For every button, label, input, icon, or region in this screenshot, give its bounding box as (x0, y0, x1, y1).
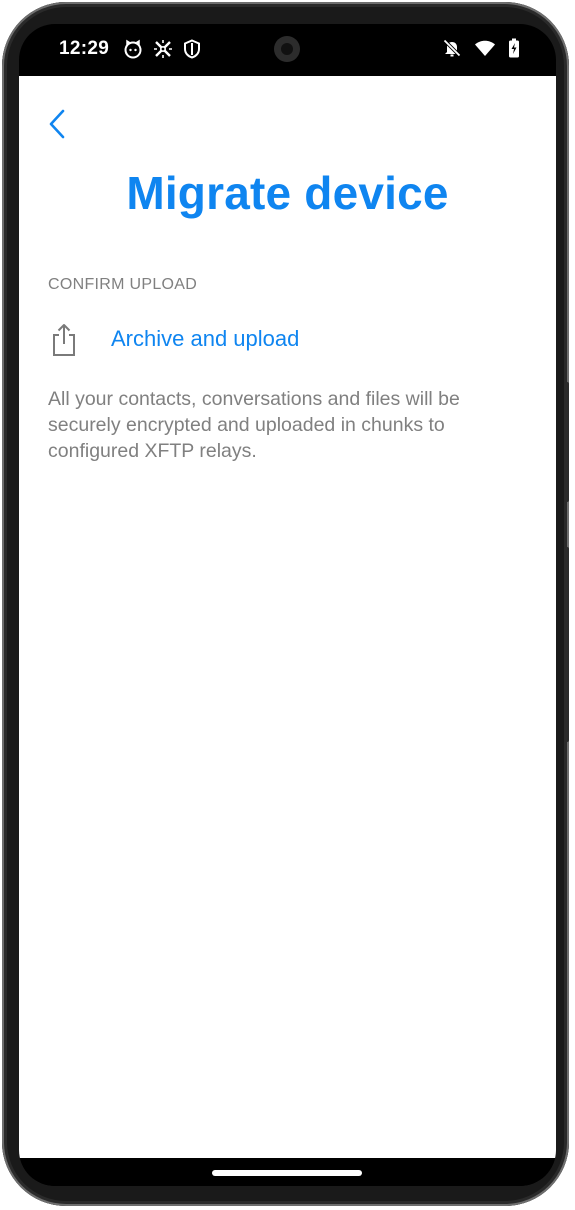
volume-button (564, 382, 569, 502)
home-indicator[interactable] (212, 1170, 362, 1176)
cat-face-icon (123, 39, 143, 64)
page-title: Migrate device (126, 167, 449, 219)
phone-frame: 12:29 Migrate device CONFIRM UPLOAD Arch… (2, 2, 569, 1206)
front-camera (274, 36, 300, 62)
status-bar: 12:29 (19, 24, 556, 76)
archive-and-upload-button[interactable]: Archive and upload (19, 312, 556, 368)
phone-screen: 12:29 Migrate device CONFIRM UPLOAD Arch… (19, 24, 556, 1186)
back-button[interactable] (43, 104, 73, 144)
power-button (564, 547, 569, 742)
status-time: 12:29 (59, 38, 110, 59)
shield-icon (183, 39, 201, 64)
status-icons-left (123, 39, 201, 64)
network-cross-icon (153, 39, 173, 64)
chevron-left-icon (43, 109, 73, 148)
wifi-icon (474, 39, 496, 62)
status-icons-right (442, 38, 520, 63)
section-header: CONFIRM UPLOAD (48, 276, 198, 293)
share-upload-icon (51, 323, 77, 362)
battery-charging-icon (508, 38, 520, 63)
archive-and-upload-label: Archive and upload (111, 326, 300, 351)
migrate-device-view: Migrate device CONFIRM UPLOAD Archive an… (19, 76, 556, 1158)
navigation-bar (19, 1158, 556, 1186)
upload-description: All your contacts, conversations and fil… (48, 388, 460, 462)
muted-bell-icon (442, 38, 462, 63)
